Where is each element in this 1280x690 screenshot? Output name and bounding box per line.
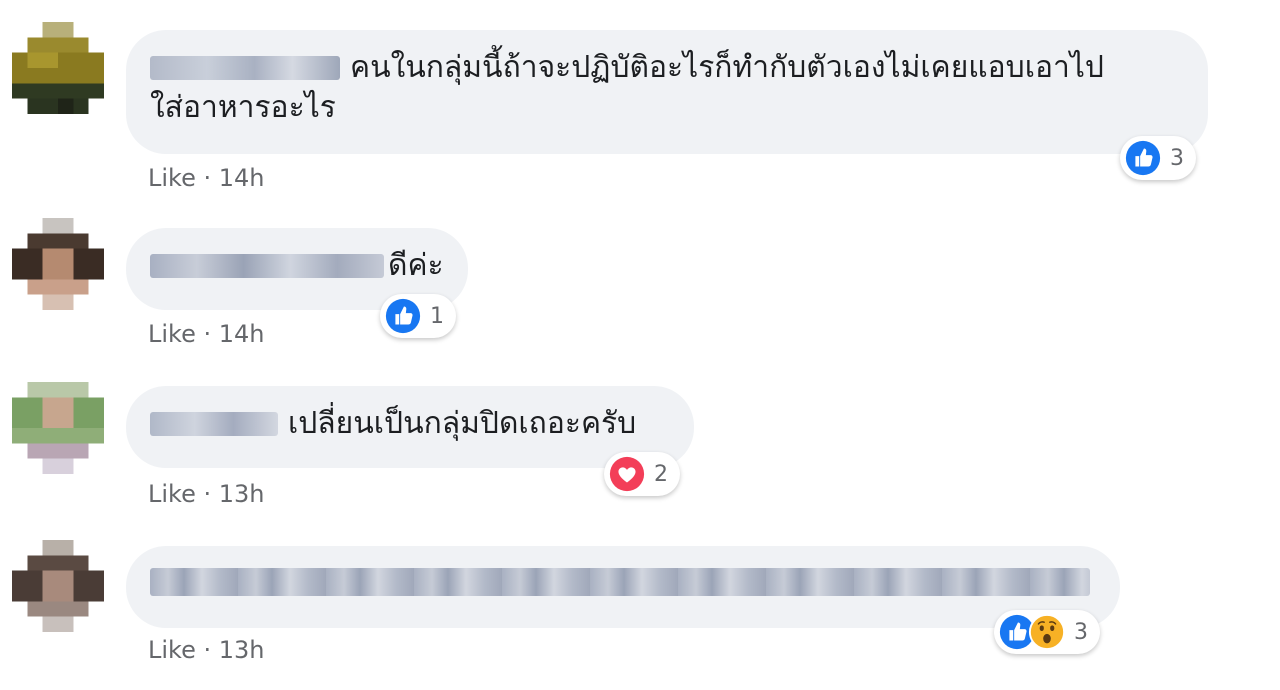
avatar[interactable]	[12, 22, 104, 114]
avatar[interactable]	[12, 382, 104, 474]
author-name[interactable]	[150, 254, 384, 278]
reaction-count: 1	[430, 303, 444, 329]
like-button[interactable]: Like	[148, 480, 196, 508]
avatar[interactable]	[12, 218, 104, 310]
reaction-summary[interactable]: 3	[1120, 136, 1196, 180]
timestamp[interactable]: 14h	[219, 164, 265, 192]
like-button[interactable]: Like	[148, 320, 196, 348]
comment-meta: Like · 14h	[148, 164, 265, 192]
timestamp[interactable]: 13h	[219, 636, 265, 664]
author-name[interactable]	[150, 56, 340, 80]
comment-meta: Like · 13h	[148, 480, 265, 508]
comment-meta: Like · 14h	[148, 320, 265, 348]
reaction-count: 3	[1170, 145, 1184, 171]
like-button[interactable]: Like	[148, 164, 196, 192]
separator: ·	[195, 320, 219, 348]
comment-meta: Like · 13h	[148, 636, 265, 664]
separator: ·	[195, 636, 219, 664]
avatar[interactable]	[12, 540, 104, 632]
reaction-count: 2	[654, 461, 668, 487]
reaction-count: 3	[1074, 619, 1088, 645]
timestamp[interactable]: 13h	[219, 480, 265, 508]
separator: ·	[195, 164, 219, 192]
love-icon	[609, 456, 645, 492]
reaction-summary[interactable]: 1	[380, 294, 456, 338]
comment-bubble: คนในกลุ่มนี้ถ้าจะปฏิบัติอะไรก็ทำกับตัวเอ…	[126, 30, 1208, 154]
reaction-summary[interactable]: 3	[994, 610, 1100, 654]
reaction-summary[interactable]: 2	[604, 452, 680, 496]
separator: ·	[195, 480, 219, 508]
like-icon	[385, 298, 421, 334]
comment-text-continued: ใส่อาหารอะไร	[150, 90, 336, 125]
timestamp[interactable]: 14h	[219, 320, 265, 348]
like-button[interactable]: Like	[148, 636, 196, 664]
author-name[interactable]	[150, 412, 278, 436]
comment-text-blurred	[150, 568, 1090, 596]
like-icon	[1125, 140, 1161, 176]
wow-icon	[1028, 613, 1066, 651]
comment-text: เปลี่ยนเป็นกลุ่มปิดเถอะครับ	[288, 406, 637, 441]
comment-text: ดีค่ะ	[388, 248, 444, 283]
comment-text: คนในกลุ่มนี้ถ้าจะปฏิบัติอะไรก็ทำกับตัวเอ…	[350, 50, 1104, 85]
comment-bubble	[126, 546, 1120, 628]
